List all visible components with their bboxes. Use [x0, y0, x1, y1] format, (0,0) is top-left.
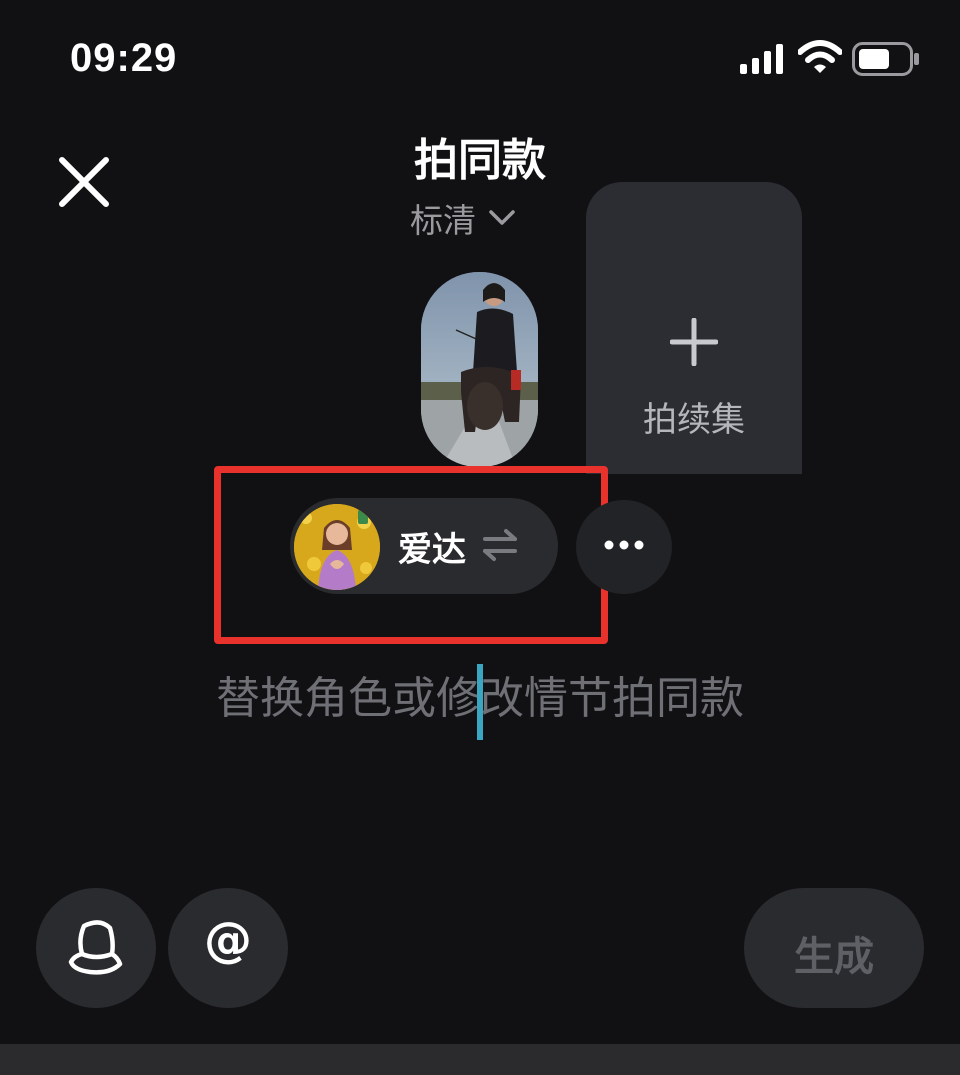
signal-icon — [740, 44, 783, 74]
close-icon — [59, 157, 109, 207]
bottom-bar — [0, 1044, 960, 1075]
more-options-button[interactable] — [576, 500, 672, 594]
wifi-icon — [798, 40, 842, 73]
generate-label: 生成 — [794, 934, 874, 980]
close-button[interactable] — [56, 154, 112, 210]
more-icon — [604, 540, 644, 550]
shoot-sequel-label: 拍续集 — [643, 400, 745, 440]
character-name: 爱达 — [398, 530, 466, 570]
hat-icon — [68, 920, 123, 975]
generate-button[interactable]: 生成 — [744, 888, 924, 1008]
quality-dropdown[interactable]: 标清 — [410, 196, 516, 240]
avatar — [294, 504, 380, 590]
video-thumbnail-image — [421, 272, 538, 467]
at-icon: @ — [204, 912, 252, 968]
status-bar: 09:29 — [0, 0, 960, 120]
swap-icon — [483, 529, 517, 561]
character-chip[interactable]: 爱达 — [290, 498, 558, 594]
quality-label: 标清 — [410, 201, 476, 240]
page-title: 拍同款 — [414, 135, 546, 186]
character-avatar-image — [294, 504, 380, 590]
mention-button[interactable]: @ — [168, 888, 288, 1008]
hat-button[interactable] — [36, 888, 156, 1008]
plus-icon — [670, 318, 718, 366]
video-thumbnail[interactable] — [421, 272, 538, 467]
status-time: 09:29 — [70, 36, 178, 80]
chevron-down-icon — [489, 210, 515, 225]
shoot-sequel-button[interactable]: 拍续集 — [586, 182, 802, 474]
text-caret — [477, 664, 483, 740]
battery-icon — [852, 42, 919, 76]
